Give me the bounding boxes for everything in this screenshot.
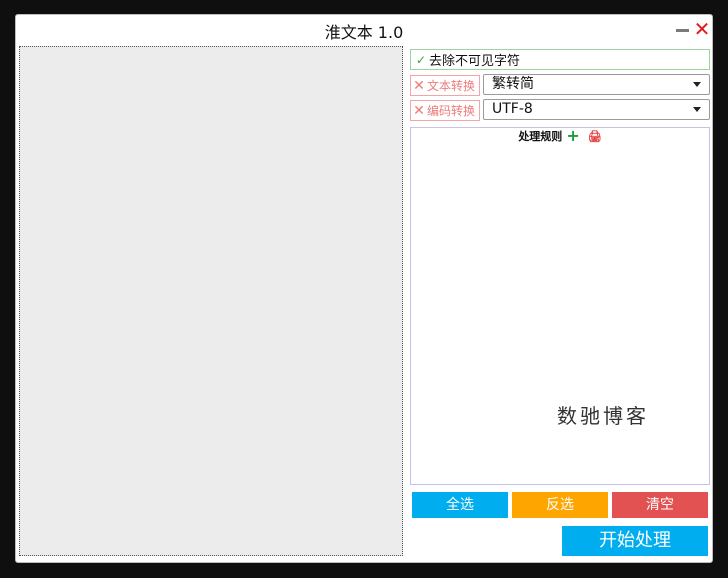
watermark-text: 数驰博客 — [557, 404, 649, 428]
text-convert-select[interactable]: 繁转简 — [483, 74, 710, 95]
text-input-area[interactable] — [19, 46, 403, 556]
check-icon: ✓ — [415, 52, 427, 67]
encoding-convert-toggle[interactable]: ✕ 编码转换 — [410, 100, 480, 121]
minimize-icon[interactable] — [676, 29, 689, 32]
remove-invisible-label: 去除不可见字符 — [429, 54, 521, 69]
window-title: 淮文本 1.0 — [324, 23, 404, 42]
disabled-x-icon: ✕ — [413, 102, 425, 119]
app-window: 淮文本 1.0 ✕ ✓ 去除不可见字符 ✕ 文本转换 繁转简 ✕ 编码转换 UT… — [15, 14, 713, 563]
encoding-convert-label: 编码转换 — [427, 104, 476, 118]
rules-header: 处理规则 + 🖨 — [411, 128, 709, 144]
delete-rule-icon[interactable]: 🖨 — [588, 130, 602, 143]
encoding-value: UTF-8 — [492, 101, 533, 117]
title-bar: 淮文本 1.0 ✕ — [16, 15, 712, 45]
encoding-select[interactable]: UTF-8 — [483, 99, 710, 120]
disabled-x-icon: ✕ — [413, 77, 425, 94]
invert-selection-button[interactable]: 反选 — [512, 492, 608, 518]
add-rule-icon[interactable]: + — [566, 128, 579, 144]
text-convert-label: 文本转换 — [427, 79, 476, 93]
select-all-button[interactable]: 全选 — [412, 492, 508, 518]
chevron-down-icon — [693, 82, 701, 87]
rules-title: 处理规则 — [518, 130, 563, 143]
start-process-button[interactable]: 开始处理 — [562, 526, 708, 556]
text-convert-value: 繁转简 — [492, 76, 534, 92]
remove-invisible-checkbox[interactable]: ✓ 去除不可见字符 — [410, 49, 710, 70]
rules-panel: 处理规则 + 🖨 数驰博客 — [410, 127, 710, 485]
text-convert-toggle[interactable]: ✕ 文本转换 — [410, 75, 480, 96]
chevron-down-icon — [693, 107, 701, 112]
clear-button[interactable]: 清空 — [612, 492, 708, 518]
close-icon[interactable]: ✕ — [692, 18, 712, 40]
